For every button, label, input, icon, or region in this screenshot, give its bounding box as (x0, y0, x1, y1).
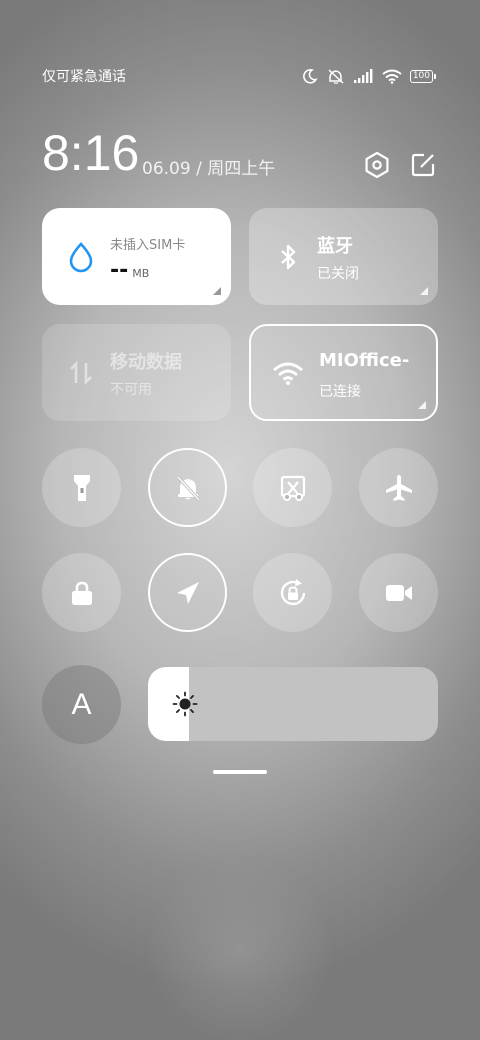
data-usage-value: -- MB (110, 258, 149, 283)
brightness-slider[interactable] (148, 667, 438, 741)
water-drop-icon (69, 242, 93, 273)
expand-corner-icon (420, 287, 428, 295)
mute-icon (328, 69, 344, 84)
mobile-data-icon (70, 360, 92, 386)
lock-icon (71, 581, 92, 605)
mobile-data-status: 不可用 (110, 382, 152, 398)
airplane-toggle[interactable] (359, 448, 438, 527)
date[interactable]: 06.09 / 周四上午 (142, 154, 275, 179)
data-value: -- (110, 258, 129, 283)
auto-brightness-label: A (71, 687, 92, 721)
location-icon (176, 581, 199, 604)
sun-icon (172, 691, 198, 717)
background-glow (140, 860, 340, 1040)
status-icons: 100 (302, 68, 436, 84)
data-usage-tile[interactable]: 未插入SIM卡 -- MB (42, 208, 231, 305)
battery-level: 100 (409, 69, 433, 83)
expand-corner-icon (418, 401, 426, 409)
sim-status-label: 未插入SIM卡 (110, 238, 186, 253)
bluetooth-status: 已关闭 (317, 266, 359, 282)
auto-brightness-button[interactable]: A (42, 665, 121, 744)
flashlight-toggle[interactable] (42, 448, 121, 527)
bluetooth-tile[interactable]: 蓝牙 已关闭 (249, 208, 438, 305)
home-handle[interactable] (213, 770, 267, 774)
screenshot-toggle[interactable] (253, 448, 332, 527)
bluetooth-title: 蓝牙 (317, 236, 353, 257)
battery-icon: 100 (409, 69, 436, 83)
settings-icon[interactable] (362, 150, 392, 180)
data-unit: MB (132, 267, 150, 280)
rotation-lock-icon (280, 578, 305, 605)
status-bar: 仅可紧急通话 100 (42, 64, 436, 88)
bluetooth-icon (281, 244, 296, 270)
moon-icon (302, 69, 318, 84)
flashlight-icon (73, 474, 90, 501)
expand-corner-icon (213, 287, 221, 295)
location-toggle[interactable] (148, 553, 227, 632)
mobile-data-tile[interactable]: 移动数据 不可用 (42, 324, 231, 421)
screen-record-toggle[interactable] (359, 553, 438, 632)
battery-tip (434, 73, 436, 79)
screenshot-icon (280, 475, 305, 501)
airplane-icon (385, 474, 412, 501)
carrier-text: 仅可紧急通话 (42, 69, 126, 85)
clock[interactable]: 8:16 (42, 124, 139, 182)
mute-toggle[interactable] (148, 448, 227, 527)
wifi-icon (273, 362, 303, 385)
video-camera-icon (385, 584, 412, 601)
mute-bell-icon (176, 475, 200, 501)
wifi-status-icon (382, 69, 402, 84)
mobile-data-title: 移动数据 (110, 352, 182, 373)
time-header: 8:16 06.09 / 周四上午 (42, 124, 438, 184)
signal-icon (353, 69, 373, 83)
wifi-status: 已连接 (319, 384, 361, 400)
wifi-network-name: MIOffice- (319, 350, 410, 371)
rotation-lock-toggle[interactable] (253, 553, 332, 632)
edit-icon[interactable] (408, 150, 438, 180)
wifi-tile[interactable]: MIOffice- 已连接 (249, 324, 438, 421)
lock-toggle[interactable] (42, 553, 121, 632)
